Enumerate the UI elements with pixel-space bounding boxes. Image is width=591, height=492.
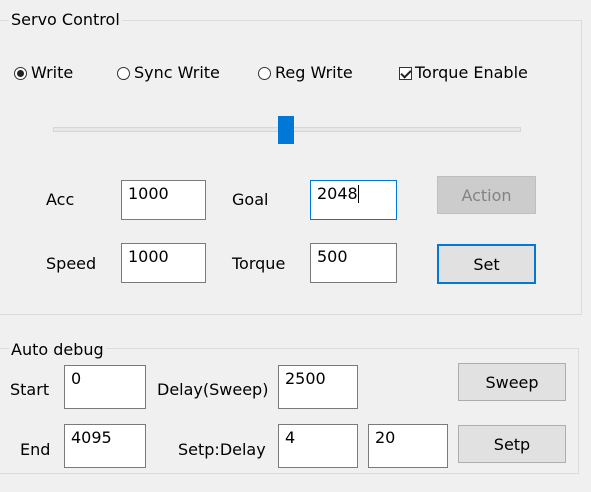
radio-write-label: Write — [31, 63, 74, 82]
setp-delay-input[interactable]: 20 — [368, 424, 448, 468]
auto-debug-title: Auto debug — [9, 340, 106, 360]
speed-input[interactable]: 1000 — [121, 243, 206, 283]
end-input[interactable]: 4095 — [64, 424, 146, 468]
start-input[interactable]: 0 — [64, 365, 146, 409]
start-label: Start — [10, 380, 50, 399]
goal-input-value: 2048 — [317, 184, 358, 203]
text-caret — [357, 185, 359, 203]
sweep-button[interactable]: Sweep — [458, 363, 566, 401]
torque-input[interactable]: 500 — [310, 243, 397, 283]
radio-write-indicator — [14, 66, 27, 80]
acc-input[interactable]: 1000 — [121, 180, 206, 220]
goal-label: Goal — [232, 190, 269, 209]
radio-reg-write-label: Reg Write — [275, 63, 353, 82]
torque-enable-check-icon — [399, 66, 412, 80]
setp-step-input[interactable]: 4 — [278, 424, 358, 468]
radio-reg-write-indicator — [258, 66, 271, 80]
end-label: End — [20, 440, 51, 459]
torque-label: Torque — [232, 254, 286, 273]
setp-delay-label: Setp:Delay — [178, 440, 266, 459]
radio-sync-write[interactable]: Sync Write — [117, 63, 220, 83]
radio-reg-write[interactable]: Reg Write — [258, 63, 353, 83]
radio-sync-write-indicator — [117, 66, 130, 80]
servo-control-title: Servo Control — [9, 10, 122, 30]
radio-write[interactable]: Write — [14, 63, 73, 83]
position-slider-thumb[interactable] — [278, 116, 294, 144]
setp-button[interactable]: Setp — [458, 425, 566, 463]
acc-label: Acc — [46, 190, 75, 209]
goal-input[interactable]: 2048 — [310, 180, 397, 220]
set-button[interactable]: Set — [437, 244, 536, 284]
delay-sweep-label: Delay(Sweep) — [157, 380, 269, 399]
action-button[interactable]: Action — [437, 176, 536, 214]
radio-sync-write-label: Sync Write — [134, 63, 220, 82]
torque-enable-label: Torque Enable — [415, 63, 528, 82]
speed-label: Speed — [46, 254, 97, 273]
delay-sweep-input[interactable]: 2500 — [278, 365, 358, 409]
torque-enable-checkbox[interactable]: Torque Enable — [399, 63, 528, 83]
